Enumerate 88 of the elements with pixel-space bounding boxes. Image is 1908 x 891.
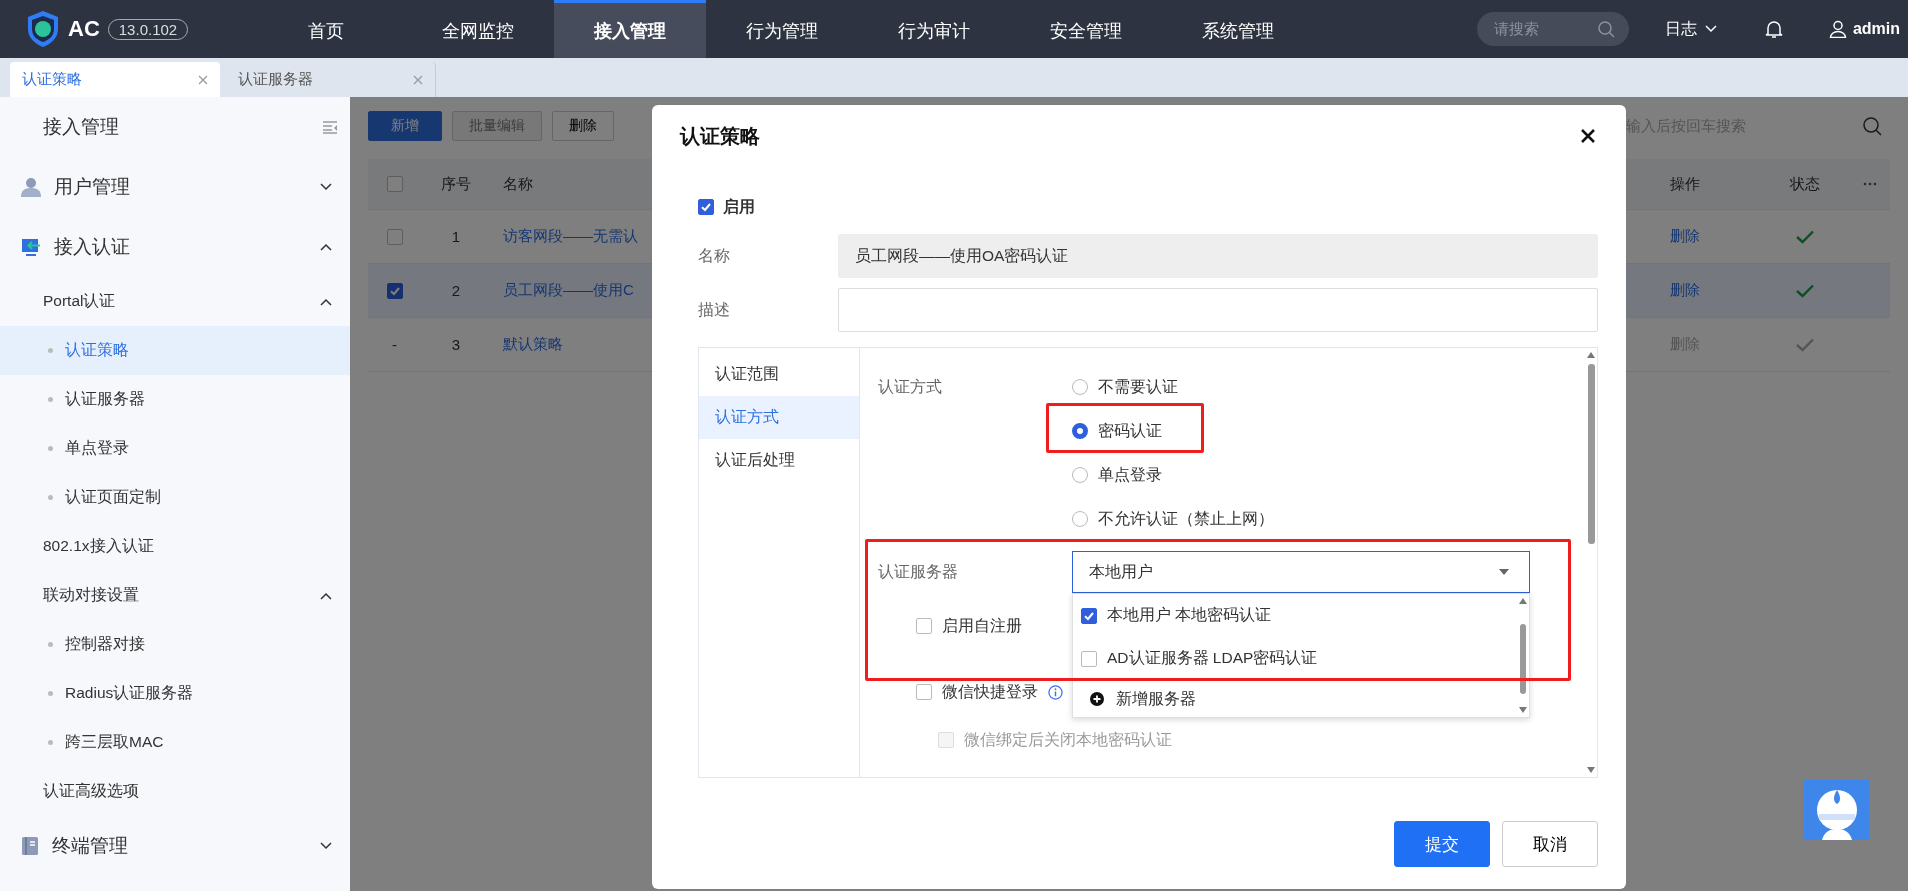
add-server-option[interactable]: 新增服务器 (1073, 680, 1513, 717)
chevron-up-icon (320, 591, 332, 600)
product-name: AC (68, 16, 100, 42)
toolbar-button[interactable]: 删除 (552, 111, 614, 141)
sidebar-item[interactable]: 认证策略 (0, 326, 350, 375)
table-cell-text: 1 (450, 228, 462, 245)
radio-button[interactable] (1072, 423, 1088, 439)
checkbox[interactable] (1081, 607, 1097, 624)
nav-tab[interactable]: 首页 (250, 0, 402, 58)
field-label: 认证方式 (878, 377, 943, 397)
radio-label: 单点登录 (1098, 464, 1162, 485)
nav-tab[interactable]: 行为审计 (858, 0, 1010, 58)
checkbox-label: 启用 (723, 196, 755, 217)
input-field[interactable] (838, 288, 1598, 332)
sidebar-item[interactable]: 802.1x接入认证 (0, 522, 350, 571)
nav-tab[interactable]: 全网监控 (402, 0, 554, 58)
chevron-up-icon (320, 243, 332, 251)
search-icon (1596, 20, 1615, 38)
sidebar-subgroup[interactable]: Portal认证 (0, 277, 350, 326)
log-menu[interactable]: 日志 (1664, 18, 1717, 40)
server-select[interactable]: 本地用户 (1072, 551, 1530, 593)
sidebar-group[interactable]: 终端管理 (0, 816, 350, 876)
shield-logo-icon (26, 10, 60, 48)
sidebar-item[interactable]: 认证页面定制 (0, 473, 350, 522)
sidebar-item[interactable]: 认证服务器 (0, 375, 350, 424)
sidebar-item[interactable]: Radius认证服务器 (0, 669, 350, 718)
checkbox[interactable] (1081, 650, 1097, 667)
search-icon (1862, 116, 1882, 136)
section-tab[interactable]: 认证方式 (699, 396, 859, 439)
chevron-up-icon (320, 297, 332, 306)
chevron-down-icon (320, 842, 332, 850)
section-tab[interactable]: 认证后处理 (699, 439, 859, 482)
checkbox[interactable] (916, 618, 932, 634)
sidebar-item[interactable]: 认证高级选项 (0, 767, 350, 816)
checkbox-label: 启用自注册 (942, 615, 1022, 636)
sidebar-group[interactable]: 用户管理 (0, 157, 350, 217)
dropdown-option[interactable]: AD认证服务器 LDAP密码认证 (1073, 637, 1517, 680)
checkbox[interactable] (698, 199, 714, 215)
checkbox[interactable] (916, 684, 932, 700)
nav-tab[interactable]: 安全管理 (1010, 0, 1162, 58)
caret-icon (1704, 25, 1717, 33)
field-label: 描述 (698, 299, 731, 320)
more-icon[interactable] (1863, 182, 1877, 186)
nav-tab[interactable]: 接入管理 (554, 0, 706, 58)
table-cell-text: 3 (450, 336, 462, 353)
radio-label: 不允许认证（禁止上网） (1098, 508, 1274, 529)
nav-tab[interactable]: 系统管理 (1162, 0, 1314, 58)
column-header: 操作 (1669, 174, 1701, 194)
sidebar-group[interactable]: 接入认证 (0, 217, 350, 277)
collapse-menu-icon[interactable] (322, 120, 338, 134)
dialog-title: 认证策略 (680, 123, 760, 149)
dialog-button[interactable]: 提交 (1394, 821, 1490, 867)
user-menu[interactable]: admin (1828, 20, 1900, 38)
plus-icon (1090, 692, 1104, 706)
checkbox-label: 微信绑定后关闭本地密码认证 (964, 729, 1172, 750)
close-icon[interactable] (1580, 128, 1596, 144)
dropdown-option[interactable]: 本地用户 本地密码认证 (1073, 594, 1517, 637)
sidebar-title: 接入管理 (43, 115, 119, 139)
caret-icon (1499, 569, 1509, 575)
sidebar-item[interactable]: 单点登录 (0, 424, 350, 473)
column-header: 序号 (440, 174, 472, 194)
field-label: 名称 (698, 245, 731, 266)
chevron-down-icon (320, 183, 332, 191)
section-tab[interactable]: 认证范围 (699, 353, 859, 396)
sidebar-item[interactable]: 跨三层取MAC (0, 718, 350, 767)
info-icon[interactable] (1048, 684, 1063, 700)
sidebar-subgroup[interactable]: 联动对接设置 (0, 571, 350, 620)
monitor-arrow-icon (21, 237, 41, 257)
checkbox[interactable] (386, 176, 403, 192)
book-icon (21, 836, 39, 856)
checkbox[interactable] (386, 228, 403, 245)
bell-icon[interactable] (1764, 19, 1783, 39)
radio-label: 不需要认证 (1098, 376, 1178, 397)
assistant-icon[interactable] (1804, 780, 1870, 840)
checkbox-label: 微信快捷登录 (942, 681, 1038, 702)
radio-label: 密码认证 (1098, 420, 1162, 441)
row-marker: - (392, 336, 397, 353)
page-tab[interactable]: 认证策略 (10, 62, 220, 97)
column-header: 状态 (1789, 174, 1821, 194)
nav-tab[interactable]: 行为管理 (706, 0, 858, 58)
column-header: 名称 (502, 174, 534, 194)
dialog-button[interactable]: 取消 (1502, 821, 1598, 867)
table-cell-text: 2 (450, 282, 462, 299)
field-label: 认证服务器 (878, 562, 959, 582)
user-icon (21, 177, 41, 197)
user-icon (1828, 20, 1847, 38)
sidebar-item[interactable]: 控制器对接 (0, 620, 350, 669)
checkbox[interactable] (386, 282, 403, 299)
